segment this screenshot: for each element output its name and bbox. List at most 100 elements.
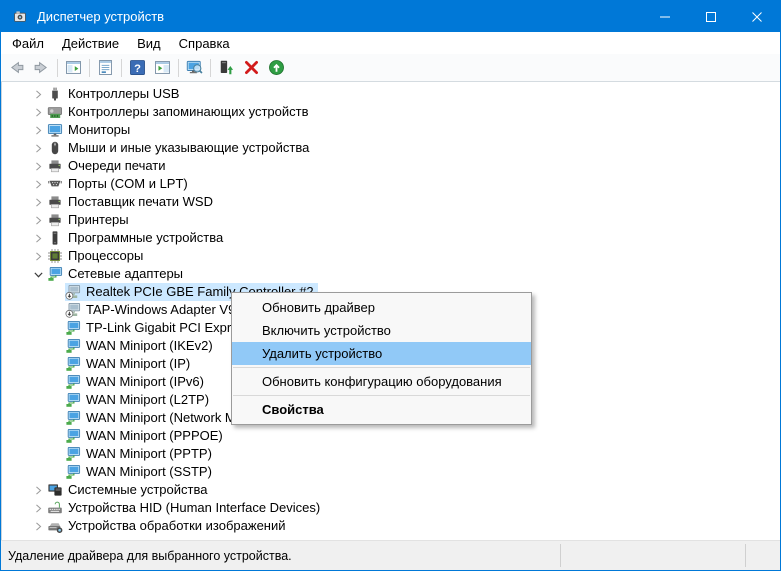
chevron-right-icon[interactable] [29,121,47,139]
system-devices-icon [47,482,63,498]
chevron-right-icon[interactable] [29,247,47,265]
chevron-right-icon[interactable] [29,211,47,229]
network-adapter-icon [65,392,81,408]
back-button[interactable] [4,56,29,80]
imaging-device-icon [47,518,63,534]
network-adapter-icon [65,320,81,336]
chevron-right-icon[interactable] [29,193,47,211]
device-manager-icon [12,9,28,25]
menu-action[interactable]: Действие [53,32,128,54]
tree-item-system-devices[interactable]: Системные устройства [2,481,780,499]
update-driver-button[interactable] [214,56,239,80]
menu-separator [233,395,530,396]
tree-item-imaging-devices[interactable]: Устройства обработки изображений [2,517,780,535]
menu-file[interactable]: Файл [3,32,53,54]
tree-item-wsd-print-provider[interactable]: Поставщик печати WSD [2,193,780,211]
back-icon [8,59,25,76]
window-controls [642,1,780,32]
tree-item-monitors[interactable]: Мониторы [2,121,780,139]
forward-icon [33,59,50,76]
chevron-right-icon[interactable] [29,481,47,499]
uninstall-icon [243,59,260,76]
scan-computer-button[interactable] [182,56,207,80]
tree-item-hid-devices[interactable]: Устройства HID (Human Interface Devices) [2,499,780,517]
storage-controller-icon [47,104,63,120]
chevron-right-icon[interactable] [29,229,47,247]
tree-item-print-queues[interactable]: Очереди печати [2,157,780,175]
tree-item-network-adapters[interactable]: Сетевые адаптеры [2,265,780,283]
network-adapter-icon [65,374,81,390]
help-button[interactable] [125,56,150,80]
window-title: Диспетчер устройств [37,9,164,24]
tree-item-wan-miniport-sstp[interactable]: WAN Miniport (SSTP) [2,463,780,481]
tree-item-wan-miniport-pppoe[interactable]: WAN Miniport (PPPOE) [2,427,780,445]
chevron-right-icon[interactable] [29,103,47,121]
help-icon [129,59,146,76]
tree-item-mice[interactable]: Мыши и иные указывающие устройства [2,139,780,157]
serial-port-icon [47,176,63,192]
tree-item-printers[interactable]: Принтеры [2,211,780,229]
network-adapter-icon [65,446,81,462]
chevron-right-icon[interactable] [29,175,47,193]
tree-item-software-devices[interactable]: Программные устройства [2,229,780,247]
maximize-button[interactable] [688,1,734,32]
usb-icon [47,86,63,102]
menu-separator [233,367,530,368]
printer-icon [47,212,63,228]
update-driver-icon [218,59,235,76]
device-context-menu: Обновить драйвер Включить устройство Уда… [231,292,532,425]
menu-item-properties[interactable]: Свойства [232,398,531,421]
forward-button[interactable] [29,56,54,80]
menu-item-uninstall-device[interactable]: Удалить устройство [232,342,531,365]
tree-item-wan-miniport-pptp[interactable]: WAN Miniport (PPTP) [2,445,780,463]
network-adapter-icon [65,356,81,372]
menu-view[interactable]: Вид [128,32,170,54]
statusbar-separator [560,544,561,567]
menu-item-scan-hardware-changes[interactable]: Обновить конфигурацию оборудования [232,370,531,393]
status-bar: Удаление драйвера для выбранного устройс… [1,540,780,570]
statusbar-separator [745,544,746,567]
menu-bar: Файл Действие Вид Справка [1,32,780,54]
minimize-icon [660,12,670,22]
chevron-down-icon[interactable] [29,265,47,283]
uninstall-device-button[interactable] [239,56,264,80]
tree-item-ports[interactable]: Порты (COM и LPT) [2,175,780,193]
close-icon [752,12,762,22]
network-adapter-icon [65,338,81,354]
show-action-pane-button[interactable] [150,56,175,80]
printer-icon [47,194,63,210]
minimize-button[interactable] [642,1,688,32]
monitor-icon [47,122,63,138]
scan-hardware-changes-button[interactable] [264,56,289,80]
tree-item-usb-controllers[interactable]: Контроллеры USB [2,85,780,103]
menu-item-enable-device[interactable]: Включить устройство [232,319,531,342]
tree-item-storage-controllers[interactable]: Контроллеры запоминающих устройств [2,103,780,121]
properties-button[interactable] [93,56,118,80]
scan-hardware-changes-icon [268,59,285,76]
device-manager-window: Диспетчер устройств Файл Действие Вид Сп… [0,0,781,571]
printer-icon [47,158,63,174]
toolbar-separator [121,59,122,77]
network-adapter-icon [65,464,81,480]
toolbar-separator [89,59,90,77]
chevron-right-icon[interactable] [29,499,47,517]
menu-item-update-driver[interactable]: Обновить драйвер [232,296,531,319]
network-adapter-disabled-icon [65,302,81,318]
toolbar [1,54,780,82]
toolbar-separator [178,59,179,77]
console-tree-icon [65,59,82,76]
close-button[interactable] [734,1,780,32]
processor-icon [47,248,63,264]
mouse-icon [47,140,63,156]
network-adapter-disabled-icon [65,284,81,300]
tree-item-processors[interactable]: Процессоры [2,247,780,265]
menu-help[interactable]: Справка [170,32,239,54]
chevron-right-icon[interactable] [29,85,47,103]
chevron-right-icon[interactable] [29,139,47,157]
properties-icon [97,59,114,76]
show-console-tree-button[interactable] [61,56,86,80]
software-device-icon [47,230,63,246]
chevron-right-icon[interactable] [29,517,47,535]
scan-computer-icon [186,59,203,76]
chevron-right-icon[interactable] [29,157,47,175]
